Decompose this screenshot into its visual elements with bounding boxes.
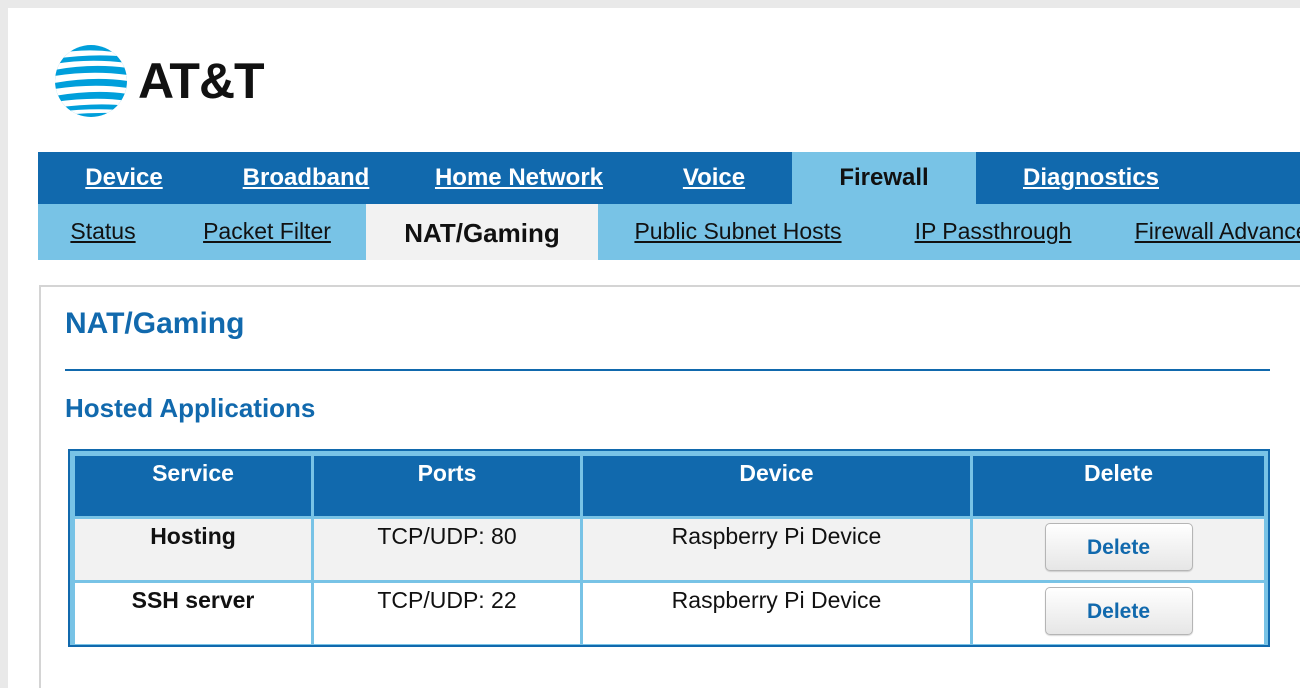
title-divider xyxy=(65,369,1270,371)
att-logo: AT&T xyxy=(54,44,265,118)
tab-home-network[interactable]: Home Network xyxy=(402,152,636,204)
page: AT&T Device Broadband Home Network Voice… xyxy=(8,8,1300,688)
column-header-device: Device xyxy=(583,456,970,516)
ports-cell: TCP/UDP: 22 xyxy=(314,583,580,644)
subtab-packet-filter[interactable]: Packet Filter xyxy=(168,204,366,260)
device-cell: Raspberry Pi Device xyxy=(583,583,970,644)
subtab-public-subnet-hosts[interactable]: Public Subnet Hosts xyxy=(598,204,878,260)
delete-button[interactable]: Delete xyxy=(1044,587,1193,635)
column-header-delete: Delete xyxy=(973,456,1264,516)
subtab-firewall-advanced[interactable]: Firewall Advanced xyxy=(1108,204,1300,260)
column-header-ports: Ports xyxy=(314,456,580,516)
service-cell: Hosting xyxy=(75,519,311,580)
tab-broadband[interactable]: Broadband xyxy=(210,152,402,204)
tab-voice[interactable]: Voice xyxy=(636,152,792,204)
hosted-applications-table: Service Ports Device Delete Hosting TCP/… xyxy=(68,449,1270,647)
sub-nav: Status Packet Filter NAT/Gaming Public S… xyxy=(38,204,1300,260)
brand-name: AT&T xyxy=(138,53,265,109)
delete-cell: Delete xyxy=(973,519,1264,580)
content-panel: NAT/Gaming Hosted Applications Service P… xyxy=(39,285,1300,688)
ports-cell: TCP/UDP: 80 xyxy=(314,519,580,580)
column-header-service: Service xyxy=(75,456,311,516)
table-row: SSH server TCP/UDP: 22 Raspberry Pi Devi… xyxy=(75,583,1264,644)
subtab-nat-gaming[interactable]: NAT/Gaming xyxy=(366,204,598,260)
device-cell: Raspberry Pi Device xyxy=(583,519,970,580)
subtab-ip-passthrough[interactable]: IP Passthrough xyxy=(878,204,1108,260)
table-row: Hosting TCP/UDP: 80 Raspberry Pi Device … xyxy=(75,519,1264,580)
delete-button[interactable]: Delete xyxy=(1044,523,1193,571)
service-cell: SSH server xyxy=(75,583,311,644)
tab-device[interactable]: Device xyxy=(38,152,210,204)
main-nav: Device Broadband Home Network Voice Fire… xyxy=(38,152,1300,204)
tab-diagnostics[interactable]: Diagnostics xyxy=(976,152,1206,204)
subtab-status[interactable]: Status xyxy=(38,204,168,260)
page-title: NAT/Gaming xyxy=(65,307,245,340)
delete-cell: Delete xyxy=(973,583,1264,644)
att-globe-icon xyxy=(55,45,127,117)
tab-firewall[interactable]: Firewall xyxy=(792,152,976,204)
section-title: Hosted Applications xyxy=(65,393,316,423)
